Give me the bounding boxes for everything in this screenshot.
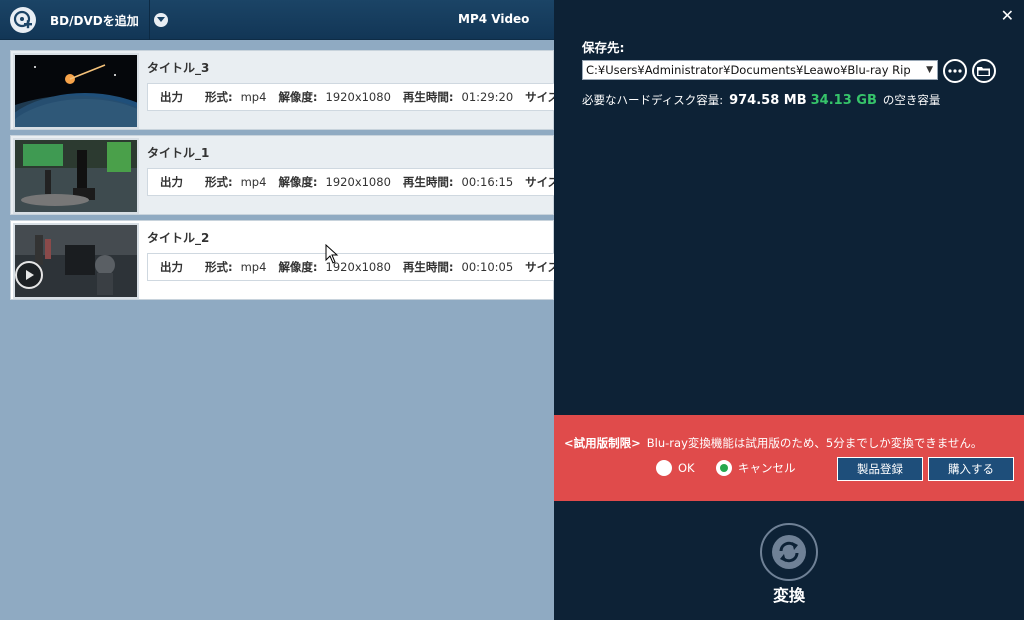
add-disc-icon bbox=[10, 7, 36, 33]
format-key: 形式: bbox=[205, 175, 233, 189]
resolution-value: 1920x1080 bbox=[325, 90, 391, 104]
format-value: mp4 bbox=[240, 90, 267, 104]
output-label: 出力 bbox=[160, 175, 183, 189]
open-folder-button[interactable] bbox=[972, 59, 996, 83]
duration-key: 再生時間: bbox=[402, 90, 454, 104]
disk-free-value: 34.13 GB bbox=[810, 93, 877, 108]
duration-key: 再生時間: bbox=[402, 175, 454, 189]
output-label: 出力 bbox=[160, 260, 183, 274]
title-thumbnail bbox=[13, 53, 139, 129]
trial-limit-banner: <試用版制限> Blu-ray変換機能は試用版のため、5分までしか変換できません。… bbox=[554, 415, 1024, 501]
radio-checked-icon bbox=[716, 460, 732, 476]
format-value: mp4 bbox=[240, 260, 267, 274]
title-info-row: 出力 形式: mp4 解像度: 1920x1080 再生時間: 01:29:20… bbox=[147, 83, 567, 111]
format-key: 形式: bbox=[205, 260, 233, 274]
add-dropdown-button[interactable] bbox=[154, 13, 168, 27]
format-key: 形式: bbox=[205, 90, 233, 104]
duration-value: 01:29:20 bbox=[461, 90, 514, 104]
buy-button[interactable]: 購入する bbox=[928, 457, 1014, 481]
title-name: タイトル_3 bbox=[147, 61, 210, 75]
title-info-row: 出力 形式: mp4 解像度: 1920x1080 再生時間: 00:16:15… bbox=[147, 168, 567, 196]
register-button[interactable]: 製品登録 bbox=[837, 457, 923, 481]
convert-button[interactable] bbox=[760, 523, 818, 581]
folder-icon bbox=[977, 66, 990, 76]
title-item[interactable]: タイトル_1 出力 形式: mp4 解像度: 1920x1080 再生時間: 0… bbox=[10, 135, 567, 215]
resolution-key: 解像度: bbox=[278, 90, 318, 104]
close-icon[interactable]: ✕ bbox=[1001, 6, 1014, 25]
title-list: タイトル_3 出力 形式: mp4 解像度: 1920x1080 再生時間: 0… bbox=[0, 40, 567, 620]
convert-label: 変換 bbox=[772, 586, 805, 605]
format-value: mp4 bbox=[240, 175, 267, 189]
ok-radio[interactable]: OK bbox=[656, 460, 695, 476]
disk-space-info: 必要なハードディスク容量: 974.58 MB 34.13 GB の空き容量 bbox=[582, 92, 940, 108]
browse-more-button[interactable] bbox=[943, 59, 967, 83]
chevron-down-icon: ▼ bbox=[926, 65, 933, 75]
disk-required-value: 974.58 MB bbox=[729, 93, 807, 108]
duration-value: 00:10:05 bbox=[461, 260, 514, 274]
mouse-cursor-icon bbox=[325, 244, 339, 264]
title-item-selected[interactable]: タイトル_2 出力 形式: mp4 解像度: 1920x1080 再生時間: 0… bbox=[10, 220, 567, 300]
output-profile-label[interactable]: MP4 Video bbox=[458, 12, 529, 26]
title-item[interactable]: タイトル_3 出力 形式: mp4 解像度: 1920x1080 再生時間: 0… bbox=[10, 50, 567, 130]
add-bd-dvd-label: BD/DVDを追加 bbox=[50, 13, 139, 28]
ellipsis-icon bbox=[948, 69, 962, 73]
toolbar-separator bbox=[149, 0, 150, 40]
cancel-radio-label: キャンセル bbox=[738, 461, 796, 475]
save-path-value: C:¥Users¥Administrator¥Documents¥Leawo¥B… bbox=[586, 63, 911, 77]
disk-free-suffix: の空き容量 bbox=[882, 93, 941, 107]
duration-value: 00:16:15 bbox=[461, 175, 514, 189]
refresh-icon bbox=[772, 535, 806, 569]
duration-key: 再生時間: bbox=[402, 260, 454, 274]
play-icon bbox=[26, 270, 34, 280]
save-path-select[interactable]: C:¥Users¥Administrator¥Documents¥Leawo¥B… bbox=[582, 60, 938, 80]
ok-radio-label: OK bbox=[678, 461, 695, 475]
settings-panel: ✕ 保存先: C:¥Users¥Administrator¥Documents¥… bbox=[554, 0, 1024, 620]
cancel-radio[interactable]: キャンセル bbox=[716, 460, 796, 476]
save-to-label: 保存先: bbox=[582, 40, 625, 55]
top-toolbar: BD/DVDを追加 MP4 Video bbox=[0, 0, 554, 40]
title-name: タイトル_1 bbox=[147, 146, 210, 160]
title-name: タイトル_2 bbox=[147, 231, 210, 245]
title-thumbnail bbox=[13, 138, 139, 214]
output-label: 出力 bbox=[160, 90, 183, 104]
trial-message: <試用版制限> Blu-ray変換機能は試用版のため、5分までしか変換できません。 bbox=[564, 435, 982, 451]
title-info-row: 出力 形式: mp4 解像度: 1920x1080 再生時間: 00:10:05… bbox=[147, 253, 567, 281]
chevron-down-icon bbox=[157, 17, 165, 22]
resolution-key: 解像度: bbox=[278, 260, 318, 274]
resolution-key: 解像度: bbox=[278, 175, 318, 189]
resolution-value: 1920x1080 bbox=[325, 175, 391, 189]
disk-required-label: 必要なハードディスク容量: bbox=[582, 93, 724, 107]
radio-unchecked-icon bbox=[656, 460, 672, 476]
trial-tag: <試用版制限> bbox=[564, 436, 641, 450]
play-preview-button[interactable] bbox=[15, 261, 43, 289]
add-bd-dvd-button[interactable]: BD/DVDを追加 bbox=[10, 7, 139, 33]
trial-text: Blu-ray変換機能は試用版のため、5分までしか変換できません。 bbox=[646, 436, 983, 450]
